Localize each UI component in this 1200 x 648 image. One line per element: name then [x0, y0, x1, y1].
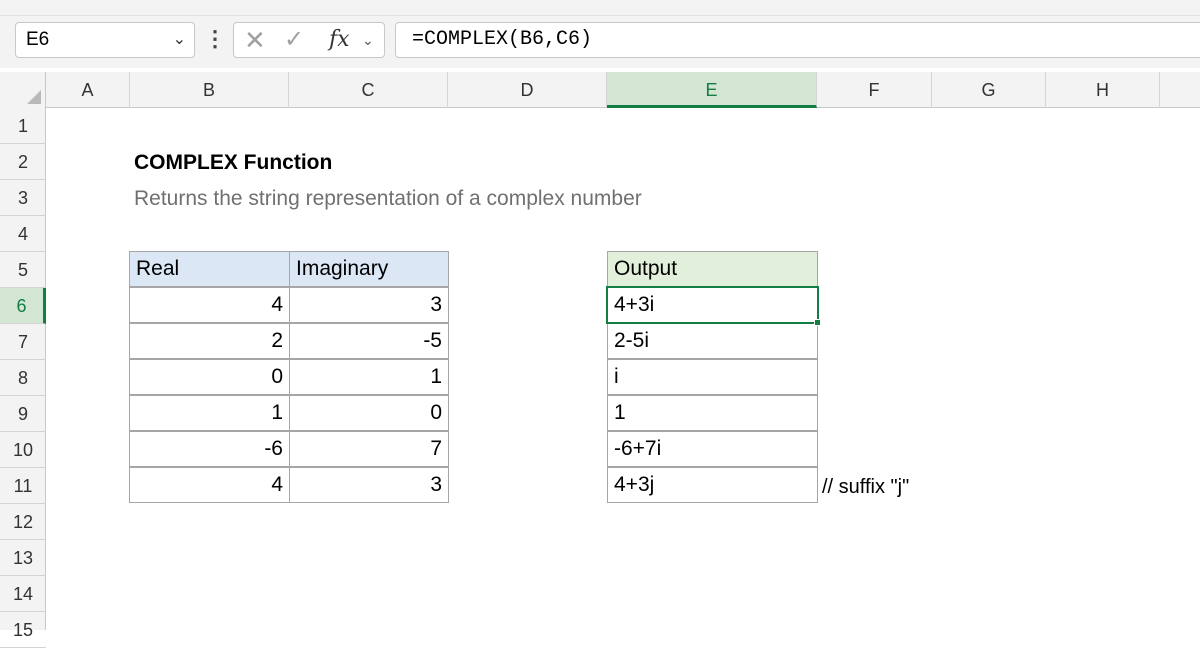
row-header-13[interactable]: 13	[0, 540, 46, 576]
row-header-5[interactable]: 5	[0, 252, 46, 288]
row-header-1[interactable]: 1	[0, 108, 46, 144]
row-header-10[interactable]: 10	[0, 432, 46, 468]
cell-imaginary[interactable]: 0	[289, 395, 449, 431]
cell-imaginary[interactable]: 1	[289, 359, 449, 395]
row-header-6[interactable]: 6	[0, 288, 46, 324]
more-options-icon[interactable]: ⋮	[204, 22, 226, 58]
chevron-down-icon[interactable]: ⌄	[173, 23, 186, 57]
cell-output[interactable]: -6+7i	[607, 431, 818, 467]
row-header-2[interactable]: 2	[0, 144, 46, 180]
header-real[interactable]: Real	[129, 251, 290, 287]
cell-output[interactable]: 4+3j	[607, 467, 818, 503]
cell-output[interactable]: 1	[607, 395, 818, 431]
column-header-f[interactable]: F	[817, 72, 932, 108]
cell-imaginary[interactable]: 3	[289, 467, 449, 503]
column-header-g[interactable]: G	[932, 72, 1046, 108]
formula-input[interactable]: =COMPLEX(B6,C6)	[395, 22, 1200, 58]
select-all-button[interactable]	[0, 72, 46, 108]
header-imaginary[interactable]: Imaginary	[289, 251, 449, 287]
confirm-icon[interactable]: ✓	[284, 23, 304, 57]
suffix-note[interactable]: // suffix "j"	[822, 470, 909, 504]
row-header-14[interactable]: 14	[0, 576, 46, 612]
cell-real[interactable]: 2	[129, 323, 290, 359]
sheet-title[interactable]: COMPLEX Function	[134, 150, 332, 176]
active-cell-e6[interactable]: 4+3i	[606, 286, 819, 324]
row-header-9[interactable]: 9	[0, 396, 46, 432]
insert-function-icon[interactable]: fx	[329, 23, 350, 57]
row-header-4[interactable]: 4	[0, 216, 46, 252]
row-header-7[interactable]: 7	[0, 324, 46, 360]
row-header-8[interactable]: 8	[0, 360, 46, 396]
cell-real[interactable]: -6	[129, 431, 290, 467]
ribbon-edge	[0, 0, 1200, 16]
cell-real[interactable]: 1	[129, 395, 290, 431]
cell-imaginary[interactable]: 3	[289, 287, 449, 323]
row-header-11[interactable]: 11	[0, 468, 46, 504]
chevron-down-icon[interactable]: ⌄	[362, 23, 374, 57]
cell-real[interactable]: 4	[129, 467, 290, 503]
cell-output[interactable]: i	[607, 359, 818, 395]
name-box-value: E6	[26, 29, 50, 50]
cell-imaginary[interactable]: -5	[289, 323, 449, 359]
column-header-c[interactable]: C	[289, 72, 448, 108]
cell-real[interactable]: 4	[129, 287, 290, 323]
row-header-15[interactable]: 15	[0, 612, 46, 648]
column-header-b[interactable]: B	[130, 72, 289, 108]
column-header-d[interactable]: D	[448, 72, 607, 108]
cell-real[interactable]: 0	[129, 359, 290, 395]
cell-output[interactable]: 2-5i	[607, 323, 818, 359]
fill-handle[interactable]	[814, 319, 821, 326]
formula-controls: ✕ ✓ fx ⌄	[233, 22, 385, 58]
column-header-a[interactable]: A	[46, 72, 130, 108]
cancel-icon[interactable]: ✕	[244, 23, 266, 57]
row-header-12[interactable]: 12	[0, 504, 46, 540]
sheet-subtitle[interactable]: Returns the string representation of a c…	[134, 186, 642, 212]
name-box[interactable]: E6 ⌄	[15, 22, 195, 58]
header-output[interactable]: Output	[607, 251, 818, 287]
row-header-3[interactable]: 3	[0, 180, 46, 216]
column-header-h[interactable]: H	[1046, 72, 1160, 108]
column-header-e[interactable]: E	[607, 72, 817, 108]
cell-imaginary[interactable]: 7	[289, 431, 449, 467]
